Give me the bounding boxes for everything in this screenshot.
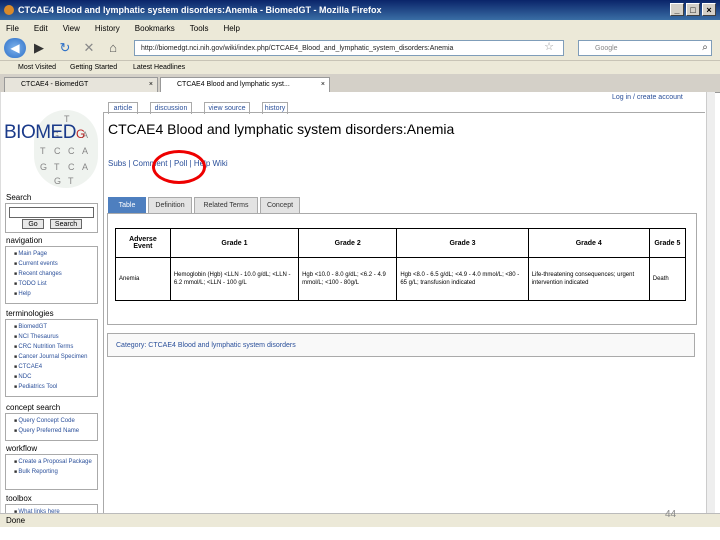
cell-grade-1: Hemoglobin (Hgb) <LLN - 10.0 g/dL; <LLN … (169, 257, 300, 301)
workflow-portlet: Create a Proposal Package Bulk Reporting (5, 454, 98, 490)
terminologies-heading: terminologies (6, 309, 54, 318)
login-link[interactable]: Log in / create account (612, 94, 683, 101)
header-adverse-event: Adverse Event (115, 228, 171, 258)
query-preferred-name[interactable]: Query Preferred Name (14, 426, 97, 436)
bookmarks-bar: Most Visited Getting Started Latest Head… (0, 61, 720, 74)
terminologies-portlet: BiomedGT NCI Thesaurus CRC Nutrition Ter… (5, 319, 98, 397)
search-heading: Search (6, 193, 32, 202)
star-icon[interactable]: ☆ (540, 38, 558, 56)
term-pediatrics[interactable]: Pediatrics Tool (14, 382, 97, 392)
concept-search-heading: concept search (6, 403, 61, 412)
menu-view[interactable]: View (63, 24, 80, 33)
browser-tab-ctcae4[interactable]: CTCAE4 - BiomedGT × (4, 77, 158, 92)
close-button[interactable]: × (702, 3, 716, 16)
grades-table: Adverse Event Grade 1 Grade 2 Grade 3 Gr… (115, 228, 687, 301)
page-title: CTCAE4 Blood and lymphatic system disord… (108, 121, 455, 137)
url-input[interactable]: http://biomedgt.nci.nih.gov/wiki/index.p… (134, 40, 564, 56)
concept-search-portlet: Query Concept Code Query Preferred Name (5, 413, 98, 441)
header-grade-5: Grade 5 (648, 228, 687, 258)
nav-todo-list[interactable]: TODO List (14, 279, 97, 289)
window-titlebar: CTCAE4 Blood and lymphatic system disord… (0, 0, 720, 20)
search-icon[interactable]: ⌕ (696, 39, 714, 57)
table-header-row: Adverse Event Grade 1 Grade 2 Grade 3 Gr… (115, 228, 687, 258)
status-bar: Done (0, 513, 720, 527)
bulk-reporting[interactable]: Bulk Reporting (14, 467, 97, 477)
nav-recent-changes[interactable]: Recent changes (14, 269, 97, 279)
header-grade-4: Grade 4 (527, 228, 650, 258)
browser-tab-bar: CTCAE4 - BiomedGT × CTCAE4 Blood and lym… (0, 74, 720, 93)
tab-label: CTCAE4 Blood and lymphatic syst... (177, 81, 290, 88)
cell-adverse-event: Anemia (115, 257, 171, 301)
nav-current-events[interactable]: Current events (14, 259, 97, 269)
tab-label: CTCAE4 - BiomedGT (21, 81, 89, 88)
query-concept-code[interactable]: Query Concept Code (14, 416, 97, 426)
bookmark-most-visited[interactable]: Most Visited (18, 61, 56, 74)
cell-grade-2: Hgb <10.0 - 8.0 g/dL; <6.2 - 4.9 mmol/L;… (298, 257, 398, 301)
bookmark-latest-headlines[interactable]: Latest Headlines (133, 61, 185, 74)
toolbox-heading: toolbox (6, 494, 32, 503)
table-row: Anemia Hemoglobin (Hgb) <LLN - 10.0 g/dL… (115, 257, 687, 301)
menu-edit[interactable]: Edit (34, 24, 48, 33)
tab-table[interactable]: Table (108, 197, 146, 213)
navigation-toolbar: ◀ ▶ ↻ ✕ ⌂ http://biomedgt.nci.nih.gov/wi… (0, 36, 720, 61)
menu-history[interactable]: History (95, 24, 120, 33)
term-ndc[interactable]: NDC (14, 372, 97, 382)
term-cancer-journal[interactable]: Cancer Journal Specimen (14, 352, 97, 362)
header-grade-1: Grade 1 (169, 228, 300, 258)
firefox-icon (4, 5, 14, 15)
go-button[interactable]: Go (22, 219, 44, 229)
window-title: CTCAE4 Blood and lymphatic system disord… (18, 5, 382, 15)
back-button[interactable]: ◀ (4, 38, 26, 58)
create-proposal-package[interactable]: Create a Proposal Package (14, 457, 97, 467)
menu-bookmarks[interactable]: Bookmarks (135, 24, 175, 33)
bookmark-getting-started[interactable]: Getting Started (70, 61, 117, 74)
menu-file[interactable]: File (6, 24, 19, 33)
cell-grade-5: Death (648, 257, 687, 301)
cell-grade-3: Hgb <8.0 - 6.5 g/dL; <4.9 - 4.0 mmol/L; … (396, 257, 529, 301)
logo-wordmark: BIOMEDG (4, 122, 85, 143)
annotation-circle (152, 150, 206, 184)
search-input[interactable]: Google (578, 40, 712, 56)
slide-number: 44 (665, 509, 677, 520)
menu-bar: File Edit View History Bookmarks Tools H… (0, 20, 720, 36)
navigation-portlet: Main Page Current events Recent changes … (5, 246, 98, 304)
term-ctcae4[interactable]: CTCAE4 (14, 362, 97, 372)
term-crc-nutrition[interactable]: CRC Nutrition Terms (14, 342, 97, 352)
tab-related-terms[interactable]: Related Terms (194, 197, 258, 213)
tab-definition[interactable]: Definition (148, 197, 192, 213)
menu-tools[interactable]: Tools (190, 24, 209, 33)
search-box: Go Search (5, 203, 98, 233)
header-grade-2: Grade 2 (298, 228, 398, 258)
menu-help[interactable]: Help (223, 24, 239, 33)
header-grade-3: Grade 3 (396, 228, 529, 258)
category-link[interactable]: Category: CTCAE4 Blood and lymphatic sys… (107, 333, 695, 357)
workflow-heading: workflow (6, 444, 38, 453)
term-nci-thesaurus[interactable]: NCI Thesaurus (14, 332, 97, 342)
wiki-search-input[interactable] (9, 207, 94, 218)
nav-main-page[interactable]: Main Page (14, 249, 97, 259)
term-biomedgt[interactable]: BiomedGT (14, 322, 97, 332)
wiki-search-button[interactable]: Search (50, 219, 82, 229)
cell-grade-4: Life-threatening consequences; urgent in… (527, 257, 650, 301)
forward-button[interactable]: ▶ (30, 39, 48, 57)
stop-icon[interactable]: ✕ (80, 39, 98, 57)
vertical-scrollbar[interactable] (706, 92, 715, 513)
navigation-heading: navigation (6, 236, 43, 245)
tab-concept[interactable]: Concept (260, 197, 300, 213)
tab-close-icon[interactable]: × (321, 78, 325, 92)
minimize-button[interactable]: _ (670, 3, 684, 16)
maximize-button[interactable]: □ (686, 3, 700, 16)
nav-help[interactable]: Help (14, 289, 97, 299)
tab-close-icon[interactable]: × (149, 78, 153, 92)
home-icon[interactable]: ⌂ (104, 39, 122, 57)
biomedgt-logo[interactable]: T G A T C C A G T C A G T BIOMEDG (4, 110, 100, 190)
reload-icon[interactable]: ↻ (56, 39, 74, 57)
browser-tab-anemia[interactable]: CTCAE4 Blood and lymphatic syst... × (160, 77, 330, 92)
